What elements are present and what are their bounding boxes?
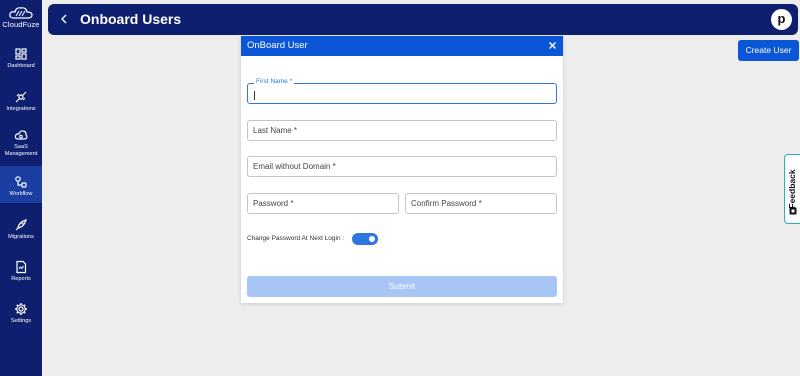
rocket-icon — [15, 219, 27, 231]
feedback-icon — [789, 207, 797, 215]
onboard-user-dialog: OnBoard User First Name * Last Name * Em… — [241, 36, 563, 303]
saas-management-icon — [14, 130, 28, 140]
confirm-password-field[interactable]: Confirm Password * — [405, 193, 557, 214]
email-field[interactable]: Email without Domain * — [247, 156, 557, 177]
reports-icon — [16, 260, 27, 274]
sidebar-item-settings[interactable]: Settings — [0, 302, 42, 330]
sidebar-item-reports[interactable]: Reports — [0, 260, 42, 288]
sidebar-item-integrations[interactable]: Integrations — [0, 90, 42, 118]
workflow-icon — [15, 176, 27, 188]
sidebar-item-label: Integrations — [6, 106, 36, 112]
confirm-password-placeholder: Confirm Password * — [411, 199, 482, 208]
text-cursor — [254, 91, 255, 100]
avatar[interactable]: p — [771, 9, 792, 30]
dialog-header: OnBoard User — [241, 36, 563, 56]
sidebar-item-dashboard[interactable]: Dashboard — [0, 47, 42, 75]
feedback-tab[interactable]: Feedback — [784, 154, 800, 224]
change-password-toggle[interactable] — [352, 233, 378, 245]
sidebar-item-label: Migrations — [8, 234, 34, 240]
sidebar-item-label: Settings — [10, 318, 32, 324]
change-password-label: Change Password At Next Login : — [247, 235, 345, 242]
sidebar-item-saas-management[interactable]: SaaS Management — [0, 128, 42, 162]
create-user-button[interactable]: Create User — [738, 40, 799, 61]
dialog-title: OnBoard User — [247, 40, 308, 51]
sidebar-item-label: SaaS Management — [4, 144, 38, 157]
sidebar-item-label: Dashboard — [7, 63, 35, 69]
integrations-icon — [15, 91, 27, 103]
last-name-field[interactable]: Last Name * — [247, 120, 557, 141]
cloudfuze-logo[interactable]: CloudFuze — [0, 4, 42, 29]
dashboard-icon — [15, 48, 27, 60]
gear-icon — [15, 303, 27, 315]
submit-button[interactable]: Submit — [247, 276, 557, 297]
sidebar-item-label: Reports — [11, 276, 31, 282]
first-name-field[interactable]: First Name * — [247, 78, 557, 104]
sidebar-item-migrations[interactable]: Migrations — [0, 218, 42, 246]
close-icon[interactable] — [548, 41, 557, 50]
email-placeholder: Email without Domain * — [253, 162, 336, 171]
last-name-placeholder: Last Name * — [253, 126, 298, 135]
brand-name: CloudFuze — [2, 20, 40, 29]
cloud-logo-icon — [9, 7, 33, 19]
sidebar: CloudFuze Dashboard Integrations SaaS Ma… — [0, 0, 42, 376]
first-name-label: First Name * — [254, 78, 295, 86]
password-placeholder: Password * — [253, 199, 294, 208]
sidebar-item-workflow[interactable]: Workflow — [0, 166, 42, 203]
top-bar: Onboard Users p — [48, 4, 798, 35]
sidebar-item-label: Workflow — [9, 191, 33, 197]
chevron-left-icon[interactable] — [56, 11, 72, 27]
password-field[interactable]: Password * — [247, 193, 399, 214]
toggle-knob — [369, 236, 375, 242]
page-title: Onboard Users — [80, 11, 182, 27]
